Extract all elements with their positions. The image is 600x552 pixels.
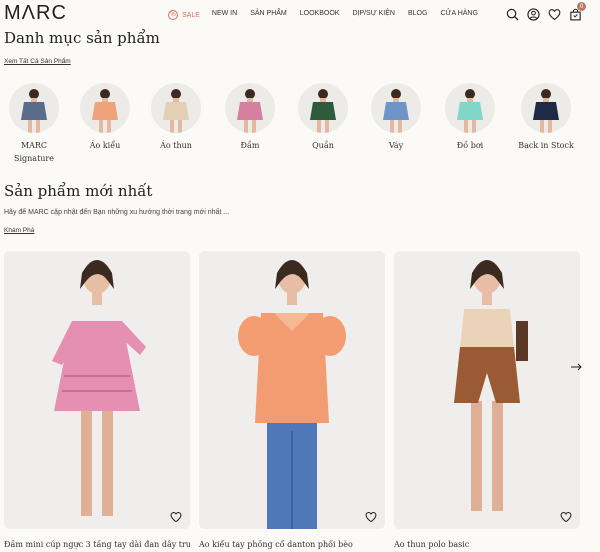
nav-item-san-pham[interactable]: SẢN PHẨM — [250, 10, 287, 20]
model-figure-icon — [310, 89, 336, 133]
category-image — [9, 83, 59, 133]
user-icon[interactable] — [527, 8, 540, 21]
category-item[interactable]: Áo thun — [146, 83, 206, 152]
product-name[interactable]: Đầm mini cúp ngực 3 tầng tay dài đan dây… — [4, 540, 190, 549]
category-item[interactable]: MARC Signature — [4, 83, 64, 165]
model-figure-icon — [383, 89, 409, 133]
wishlist-heart-icon[interactable] — [365, 511, 377, 523]
view-all-products-link[interactable]: Xem Tất Cả Sản Phẩm — [4, 58, 71, 65]
new-products-subtitle: Hãy để MARC cập nhật đến Bạn những xu hư… — [4, 209, 230, 216]
category-item[interactable]: Áo kiểu — [75, 83, 135, 152]
nav-item-dip-su-kien[interactable]: DỊP/SỰ KIỆN — [352, 10, 395, 20]
category-image — [80, 83, 130, 133]
arrow-right-icon[interactable] — [569, 360, 583, 374]
category-label: Quần — [312, 141, 334, 150]
category-item[interactable]: Quần — [293, 83, 353, 152]
category-label: Áo thun — [160, 141, 192, 150]
product-image — [199, 251, 385, 529]
explore-link[interactable]: Khám Phá — [4, 227, 34, 234]
product-card[interactable] — [4, 251, 190, 529]
category-image — [225, 83, 275, 133]
nav-sale-label: SALE — [182, 11, 200, 19]
new-products-title: Sản phẩm mới nhất — [4, 182, 153, 200]
category-image — [371, 83, 421, 133]
nav-item-sale[interactable]: % SALE — [168, 10, 200, 20]
main-nav: % SALE NEW IN SẢN PHẨM LOOKBOOK DỊP/SỰ K… — [168, 10, 478, 20]
product-name[interactable]: Áo kiểu tay phồng cổ danton phối bèo — [199, 540, 385, 549]
category-image — [445, 83, 495, 133]
category-item[interactable]: Váy — [366, 83, 426, 152]
site-header: MΛRC % SALE NEW IN SẢN PHẨM LOOKBOOK DỊP… — [0, 0, 600, 30]
wishlist-heart-icon[interactable] — [170, 511, 182, 523]
cart-count-badge: 0 — [577, 2, 586, 11]
category-label: MARC Signature — [13, 141, 54, 163]
category-item[interactable]: Đồ bơi — [440, 83, 500, 152]
nav-item-lookbook[interactable]: LOOKBOOK — [300, 10, 340, 20]
category-label: Váy — [388, 141, 404, 150]
category-image — [298, 83, 348, 133]
nav-item-new-in[interactable]: NEW IN — [212, 10, 237, 20]
category-label: Áo kiểu — [89, 141, 121, 150]
model-figure-icon — [457, 89, 483, 133]
category-label: Đồ bơi — [456, 141, 484, 150]
model-figure-icon — [92, 89, 118, 133]
category-label: Đầm — [240, 141, 260, 150]
category-label: Back in Stock — [518, 141, 574, 150]
product-card[interactable] — [199, 251, 385, 529]
category-item[interactable]: Đầm — [220, 83, 280, 152]
header-icons: 0 — [506, 2, 586, 21]
wishlist-heart-icon[interactable] — [560, 511, 572, 523]
product-image — [394, 251, 580, 529]
heart-icon[interactable] — [548, 8, 561, 21]
category-image — [521, 83, 571, 133]
product-card[interactable] — [394, 251, 580, 529]
cart-button[interactable]: 0 — [569, 2, 586, 21]
model-figure-icon — [533, 89, 559, 133]
category-image — [151, 83, 201, 133]
model-figure-icon — [21, 89, 47, 133]
nav-item-cua-hang[interactable]: CỬA HÀNG — [440, 10, 478, 20]
product-image — [4, 251, 190, 529]
model-figure-icon — [237, 89, 263, 133]
search-icon[interactable] — [506, 8, 519, 21]
sale-icon: % — [168, 10, 178, 20]
nav-item-blog[interactable]: BLOG — [408, 10, 427, 20]
product-name[interactable]: Áo thun polo basic — [394, 540, 580, 549]
model-figure-icon — [163, 89, 189, 133]
category-item[interactable]: Back in Stock — [516, 83, 576, 152]
categories-title: Danh mục sản phẩm — [4, 29, 160, 47]
brand-logo[interactable]: MΛRC — [4, 2, 67, 25]
